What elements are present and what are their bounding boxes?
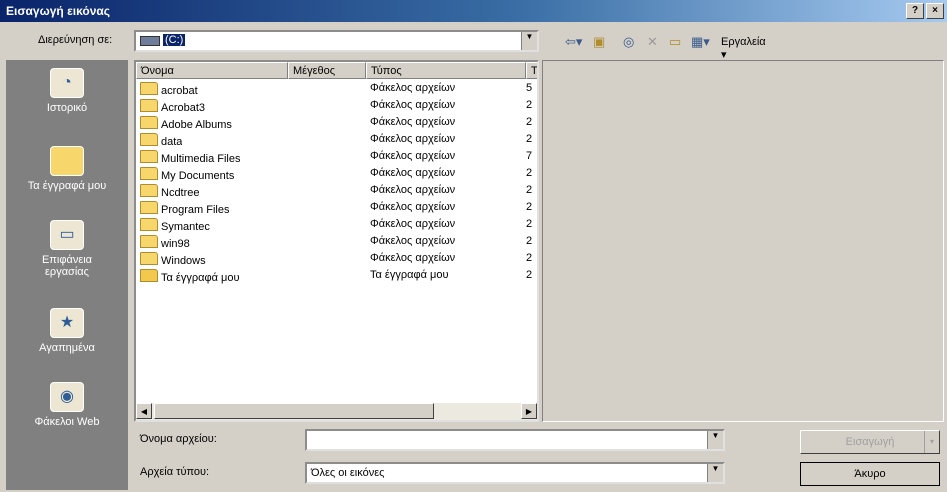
list-item[interactable]: Windows Φάκελος αρχείων 2 [136,251,536,267]
filename-label: Όνομα αρχείου: [140,433,217,445]
horizontal-scrollbar[interactable]: ◀ ▶ [136,403,537,420]
filetype-select[interactable]: Όλες οι εικόνες ▼ [305,462,725,484]
cancel-button[interactable]: Άκυρο [800,462,940,486]
place-favorites[interactable]: ★ Αγαπημένα [6,308,128,354]
list-item[interactable]: win98 Φάκελος αρχείων 2 [136,234,536,250]
folder-icon [140,201,158,214]
lookin-combo[interactable]: (C:) ▼ [134,30,539,52]
new-folder-icon[interactable]: ▭ [669,34,681,50]
folder-icon [140,82,158,95]
desktop-icon: ▭ [50,220,84,250]
chevron-down-icon[interactable]: ▼ [521,32,537,50]
file-list[interactable]: Όνομα Μέγεθος Τύπος Τ acrobat Φάκελος αρχ… [134,60,539,422]
chevron-down-icon[interactable]: ▼ [707,464,723,482]
folder-icon [140,235,158,248]
place-web-folders[interactable]: ◉ Φάκελοι Web [6,382,128,428]
help-button[interactable]: ? [906,3,924,19]
list-item[interactable]: My Documents Φάκελος αρχείων 2 [136,166,536,182]
list-item[interactable]: acrobat Φάκελος αρχείων 5 [136,81,536,97]
folder-icon [140,133,158,146]
title-bar: Εισαγωγή εικόνας ? × [0,0,947,22]
window-title: Εισαγωγή εικόνας [6,4,111,18]
scroll-left-icon[interactable]: ◀ [136,403,152,419]
chevron-down-icon[interactable]: ▼ [707,431,723,449]
list-item[interactable]: Adobe Albums Φάκελος αρχείων 2 [136,115,536,131]
my-documents-folder-icon [140,269,158,282]
folder-icon [140,167,158,180]
folder-icon [140,99,158,112]
scroll-right-icon[interactable]: ▶ [521,403,537,419]
folder-icon [140,150,158,163]
drive-icon [140,36,160,46]
web-folders-icon: ◉ [50,382,84,412]
column-header-modified[interactable]: Τ [526,62,537,79]
tools-menu[interactable]: Εργαλεία ▾ [721,36,766,61]
column-header-size[interactable]: Μέγεθος [288,62,366,79]
folder-icon [140,184,158,197]
filetype-label: Αρχεία τύπου: [140,466,210,478]
place-history[interactable]: ◔ Ιστορικό [6,68,128,114]
up-folder-icon[interactable]: ▣ [593,34,605,50]
column-header-name[interactable]: Όνομα [136,62,288,79]
place-desktop[interactable]: ▭ Επιφάνεια εργασίας [6,220,128,278]
places-bar: ◔ Ιστορικό Τα έγγραφά μου ▭ Επιφάνεια ερ… [6,60,128,490]
lookin-label: Διερεύνηση σε: [38,34,113,46]
list-item[interactable]: Program Files Φάκελος αρχείων 2 [136,200,536,216]
list-item[interactable]: Symantec Φάκελος αρχείων 2 [136,217,536,233]
lookin-value: (C:) [163,34,186,46]
folder-icon [140,252,158,265]
list-item[interactable]: Ncdtree Φάκελος αρχείων 2 [136,183,536,199]
close-button[interactable]: × [926,3,944,19]
list-item[interactable]: data Φάκελος αρχείων 2 [136,132,536,148]
back-icon[interactable]: ⇦▾ [565,34,582,50]
filename-input[interactable]: ▼ [305,429,725,451]
my-documents-icon [50,146,84,176]
column-header-type[interactable]: Τύπος [366,62,526,79]
history-icon: ◔ [50,68,84,98]
views-icon[interactable]: ▦▾ [691,34,710,50]
preview-pane [542,60,944,422]
list-item[interactable]: Acrobat3 Φάκελος αρχείων 2 [136,98,536,114]
folder-icon [140,116,158,129]
list-item[interactable]: Multimedia Files Φάκελος αρχείων 7 [136,149,536,165]
search-web-icon[interactable]: ◎ [623,34,634,50]
scroll-thumb[interactable] [154,403,434,419]
folder-icon [140,218,158,231]
place-my-documents[interactable]: Τα έγγραφά μου [6,146,128,192]
favorites-icon: ★ [50,308,84,338]
list-item[interactable]: Τα έγγραφά μου Τα έγγραφά μου 2 [136,268,536,284]
delete-icon[interactable]: ✕ [647,34,658,50]
insert-button[interactable]: Εισαγωγή ▾ [800,430,940,454]
